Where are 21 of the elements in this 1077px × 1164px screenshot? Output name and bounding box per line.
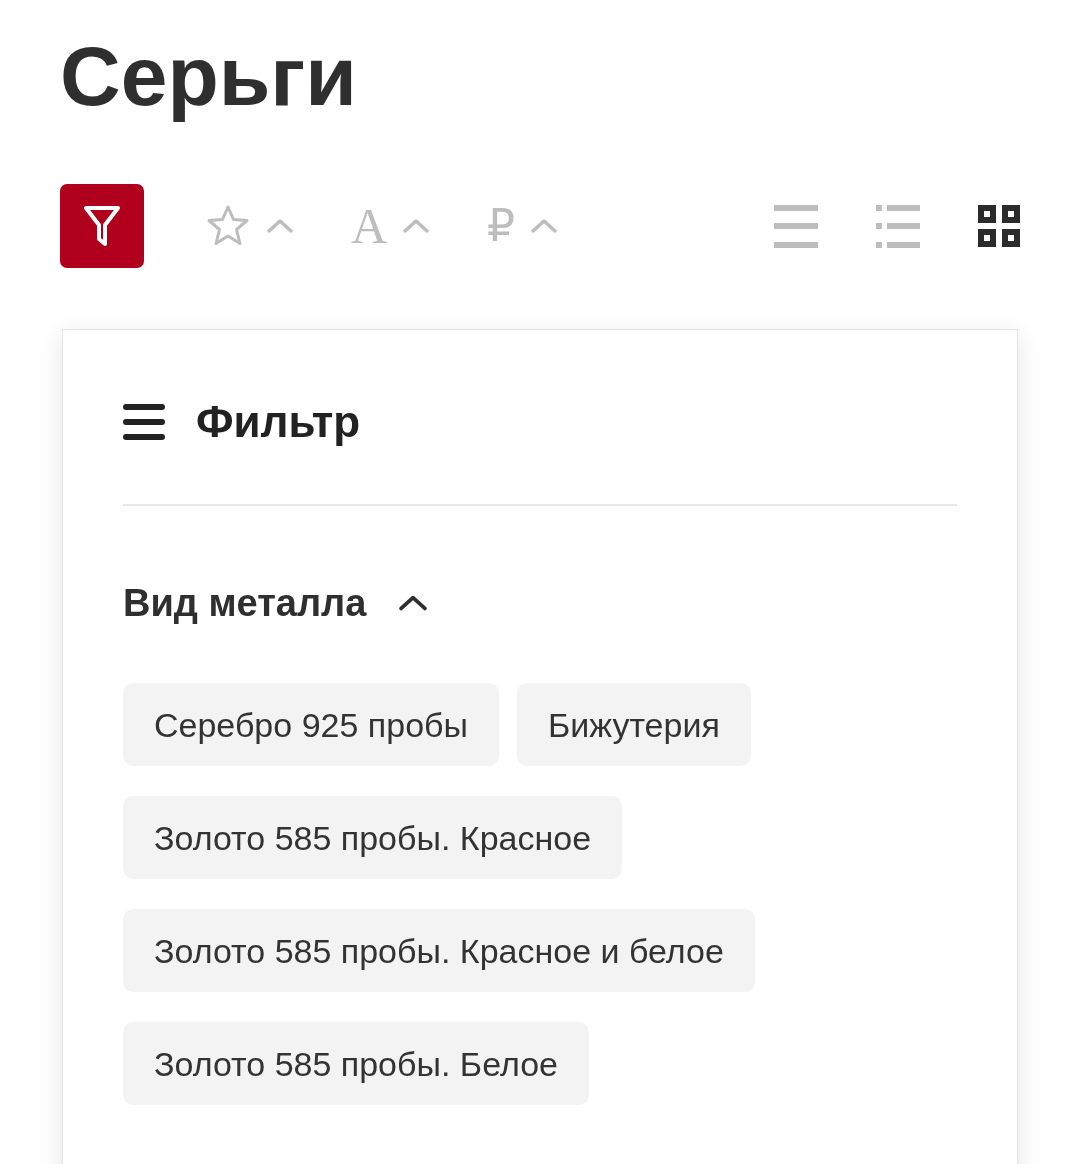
list-icon: [774, 204, 818, 248]
caret-icon: [267, 219, 293, 233]
sort-by-rating-button[interactable]: [205, 204, 293, 248]
filter-chip[interactable]: Золото 585 пробы. Красное: [123, 796, 623, 879]
funnel-icon: [82, 204, 122, 248]
filter-chip[interactable]: Серебро 925 пробы: [123, 683, 499, 766]
list-view-button[interactable]: [774, 204, 818, 248]
star-icon: [205, 204, 251, 248]
caret-icon: [403, 219, 430, 233]
grid-icon: [978, 205, 1020, 247]
caret-icon: [531, 219, 558, 233]
filter-chip[interactable]: Золото 585 пробы. Белое: [123, 1022, 589, 1105]
menu-icon: [123, 404, 165, 440]
detailed-list-view-button[interactable]: [876, 204, 920, 248]
panel-title: Фильтр: [196, 400, 361, 444]
filter-chip[interactable]: Бижутерия: [516, 683, 751, 766]
section-toggle[interactable]: Вид металла: [123, 584, 428, 622]
filter-button[interactable]: [60, 184, 144, 268]
filter-chip[interactable]: Золото 585 пробы. Красное и белое: [123, 909, 755, 992]
grid-view-button[interactable]: [978, 205, 1020, 247]
bulleted-list-icon: [876, 204, 920, 248]
